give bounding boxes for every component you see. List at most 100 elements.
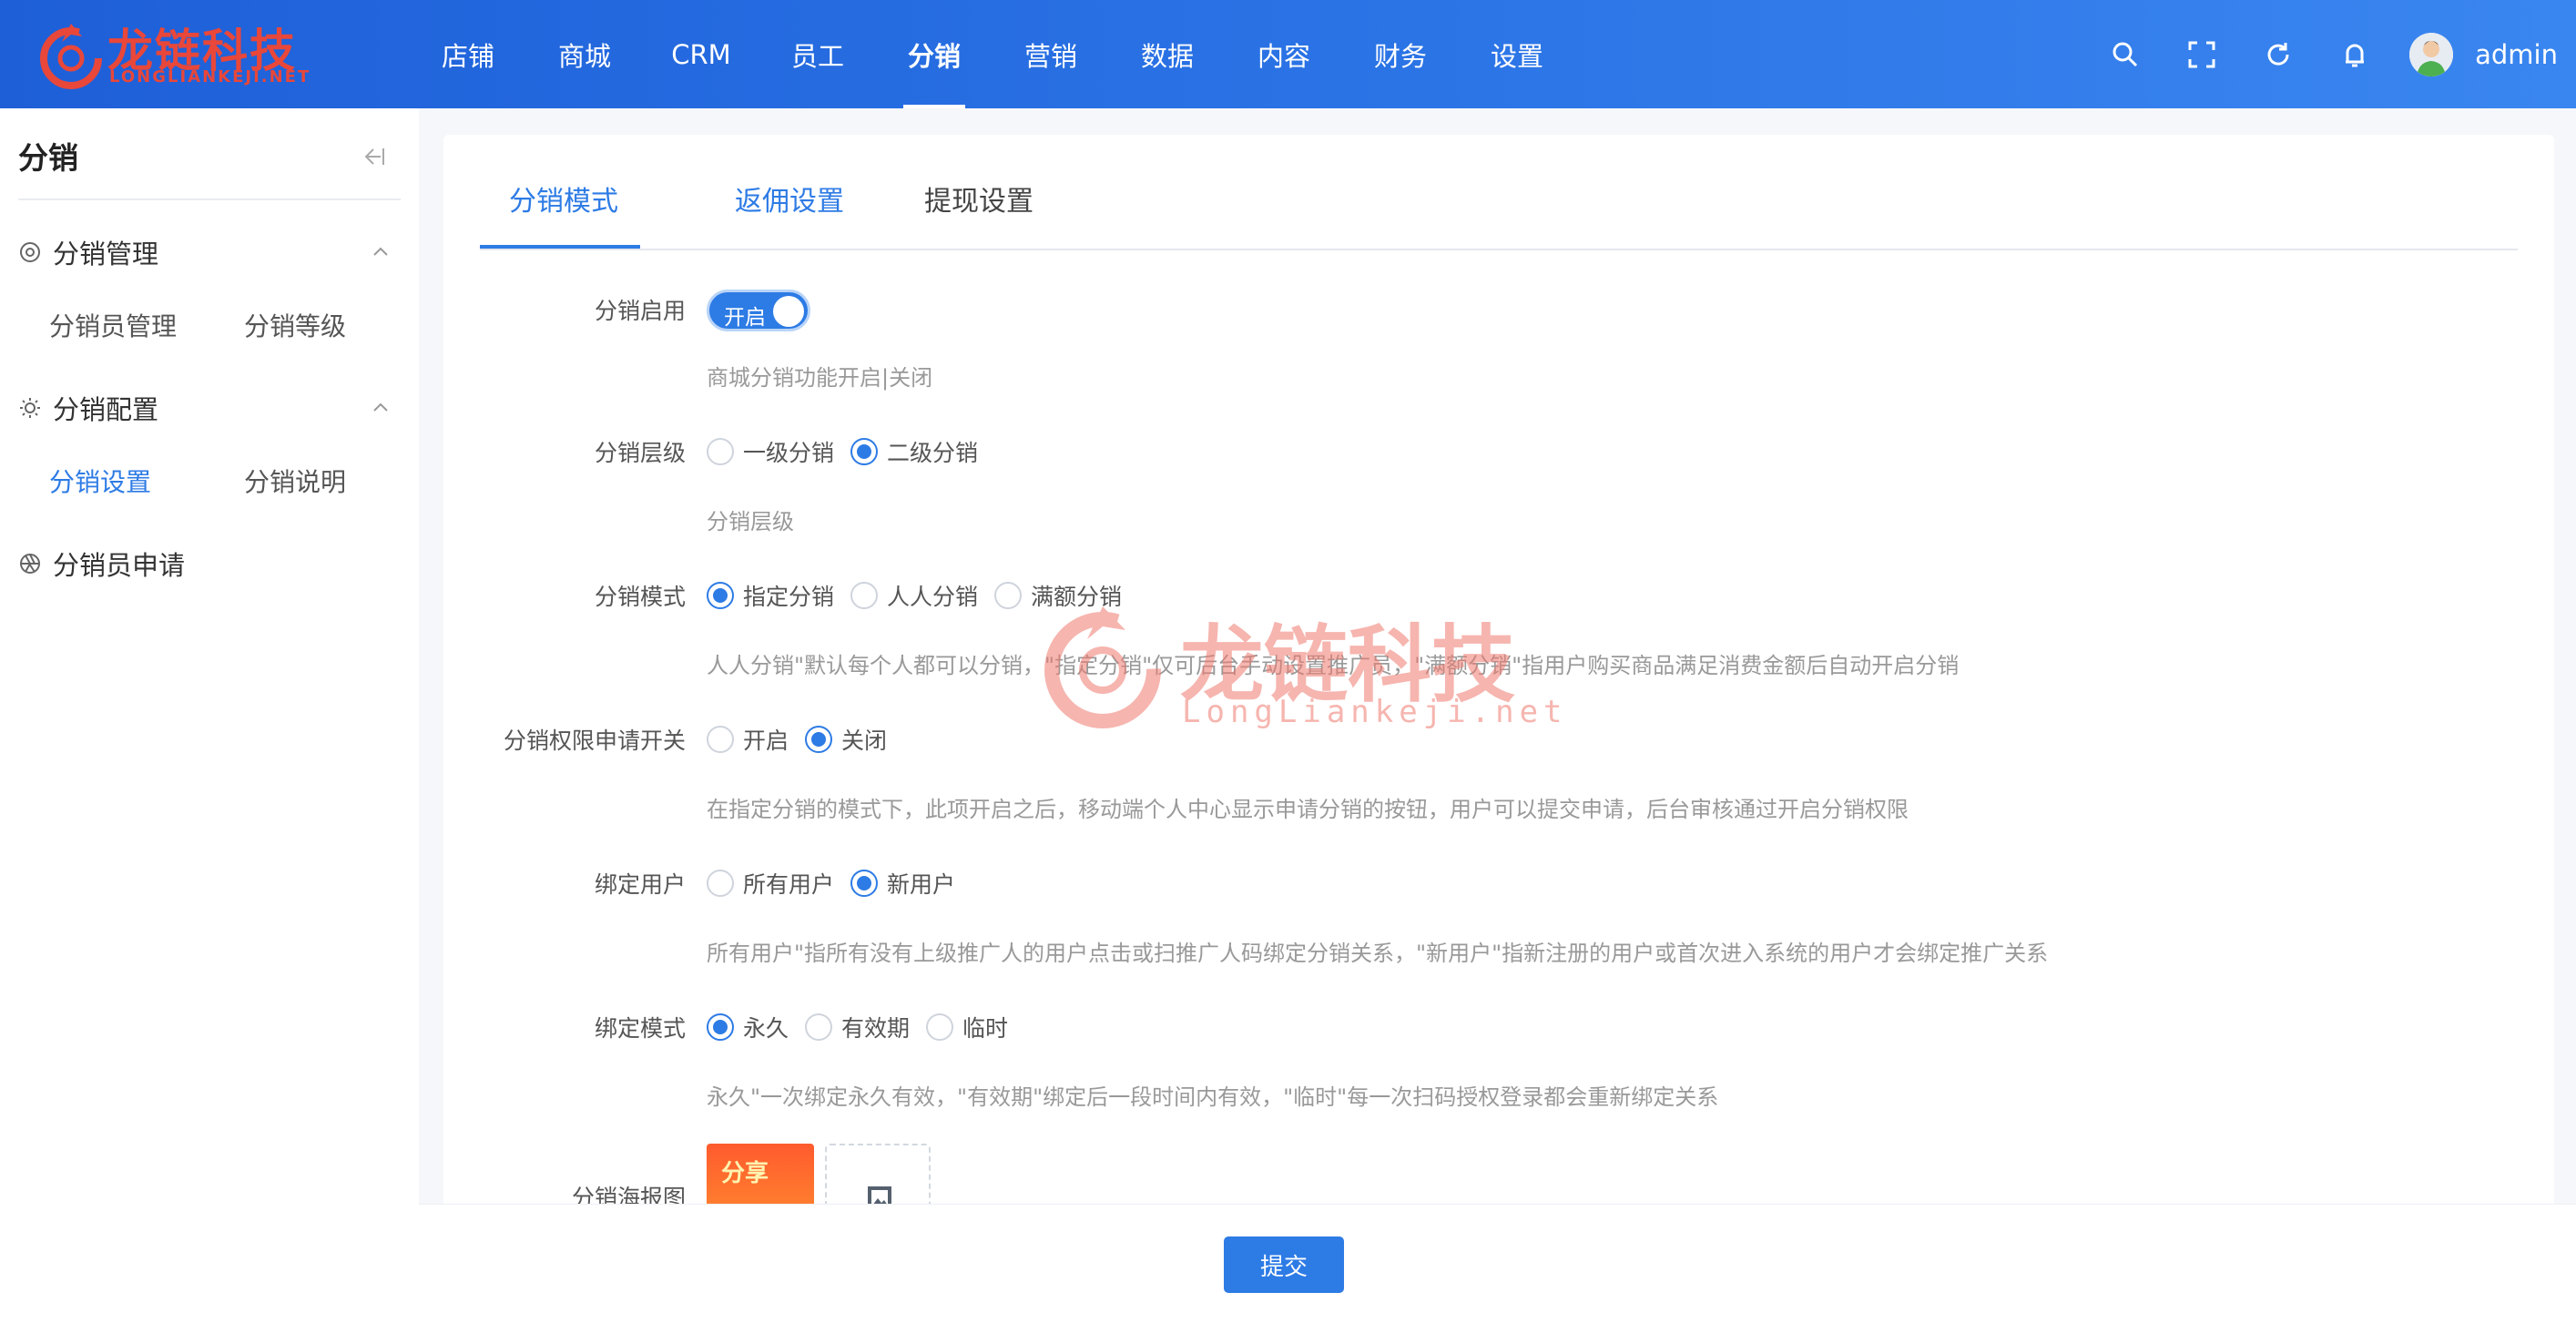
radio-dot xyxy=(707,726,734,753)
nav-item-finance[interactable]: 财务 xyxy=(1342,0,1459,108)
search-button[interactable] xyxy=(2087,0,2164,108)
collapse-sidebar-icon[interactable] xyxy=(357,141,388,172)
enable-label: 分销启用 xyxy=(594,298,686,324)
main-nav: 店铺 商城 CRM 员工 分销 营销 数据 内容 财务 设置 xyxy=(410,0,1575,108)
sidebar-group-label: 分销管理 xyxy=(53,239,159,270)
mode-label: 分销模式 xyxy=(594,584,686,610)
bind-user-hint: 所有用户"指所有没有上级推广人的用户点击或扫推广人码绑定分销关系，"新用户"指新… xyxy=(707,941,2049,966)
radio-apply-on[interactable]: 开启 xyxy=(707,723,789,756)
radio-dot xyxy=(707,582,734,609)
radio-label: 一级分销 xyxy=(743,440,835,466)
bell-icon xyxy=(2346,44,2365,66)
apply-radio-group: 开启 关闭 xyxy=(707,723,903,756)
user-menu[interactable]: admin xyxy=(2393,32,2576,76)
search-icon xyxy=(2113,42,2138,66)
nav-item-mall[interactable]: 商城 xyxy=(526,0,643,108)
radio-mode-designated[interactable]: 指定分销 xyxy=(707,579,834,612)
level-radio-group: 一级分销 二级分销 xyxy=(707,435,994,468)
nav-item-content[interactable]: 内容 xyxy=(1226,0,1342,108)
switch-text: 开启 xyxy=(724,306,766,330)
apply-hint: 在指定分销的模式下，此项开启之后，移动端个人中心显示申请分销的按钮，用户可以提交… xyxy=(707,797,1909,822)
radio-label: 满额分销 xyxy=(1031,584,1123,610)
tab-withdraw-settings[interactable]: 提现设置 xyxy=(924,178,1033,219)
apply-label: 分销权限申请开关 xyxy=(503,728,686,754)
bind-user-label: 绑定用户 xyxy=(594,871,686,898)
radio-bind-temporary[interactable]: 临时 xyxy=(926,1011,1008,1043)
nav-item-settings[interactable]: 设置 xyxy=(1459,0,1575,108)
refresh-icon xyxy=(2267,42,2289,66)
sidebar-group-distribution-config[interactable]: 分销配置 xyxy=(18,381,401,435)
refresh-button[interactable] xyxy=(2240,0,2316,108)
radio-label: 新用户 xyxy=(887,871,956,898)
sidebar-group-distribution-manage[interactable]: 分销管理 xyxy=(18,225,401,280)
tab-distribution-mode[interactable]: 分销模式 xyxy=(509,178,618,219)
bind-mode-hint: 永久"一次绑定永久有效，"有效期"绑定后一段时间内有效，"临时"每一次扫码授权登… xyxy=(707,1084,1719,1110)
switch-knob xyxy=(773,296,804,327)
radio-level-one[interactable]: 一级分销 xyxy=(707,435,834,468)
sidebar-item-distributor-manage[interactable]: 分销员管理 xyxy=(49,307,177,343)
bind-user-radio-group: 所有用户 新用户 xyxy=(707,867,972,900)
radio-dot xyxy=(850,870,879,897)
radio-label: 所有用户 xyxy=(743,871,835,898)
aperture-icon xyxy=(20,554,40,574)
tab-commission-settings[interactable]: 返佣设置 xyxy=(735,178,844,219)
radio-dot xyxy=(805,726,833,753)
radio-dot xyxy=(994,582,1023,609)
radio-level-two[interactable]: 二级分销 xyxy=(850,435,978,468)
sidebar-title: 分销 xyxy=(18,140,78,176)
sidebar-group-label: 分销配置 xyxy=(53,394,159,425)
submit-button[interactable]: 提交 xyxy=(1224,1236,1344,1293)
poster-text: 分享 xyxy=(721,1160,769,1187)
top-bar: 龙链科技 LONGLIANKEJI.NET 店铺 商城 CRM 员工 分销 营销… xyxy=(0,0,2576,108)
radio-dot xyxy=(850,438,879,465)
radio-bind-new-users[interactable]: 新用户 xyxy=(850,867,955,900)
sidebar-divider xyxy=(18,198,401,200)
tab-active-indicator xyxy=(480,245,640,249)
radio-label: 开启 xyxy=(743,728,789,754)
bulb-icon xyxy=(20,398,40,418)
avatar xyxy=(2409,32,2454,76)
sidebar-group-label: 分销员申请 xyxy=(53,550,186,581)
brand-logo[interactable]: 龙链科技 LONGLIANKEJI.NET xyxy=(35,15,311,95)
radio-label: 指定分销 xyxy=(743,584,835,610)
nav-item-crm[interactable]: CRM xyxy=(643,0,759,108)
radio-label: 临时 xyxy=(962,1015,1009,1042)
fullscreen-icon xyxy=(2188,41,2215,67)
radio-label: 二级分销 xyxy=(887,440,979,466)
radio-bind-period[interactable]: 有效期 xyxy=(805,1011,910,1043)
nav-item-staff[interactable]: 员工 xyxy=(759,0,876,108)
radio-label: 人人分销 xyxy=(887,584,979,610)
nav-item-marketing[interactable]: 营销 xyxy=(993,0,1109,108)
radio-label: 关闭 xyxy=(841,728,888,754)
radio-dot xyxy=(805,1013,833,1041)
sidebar-item-distribution-explain[interactable]: 分销说明 xyxy=(244,463,346,499)
sidebar-group-distributor-apply[interactable]: 分销员申请 xyxy=(18,536,401,591)
sidebar-item-distribution-level[interactable]: 分销等级 xyxy=(244,307,346,343)
radio-bind-permanent[interactable]: 永久 xyxy=(707,1011,789,1043)
level-hint: 分销层级 xyxy=(707,509,794,534)
nav-item-distribution[interactable]: 分销 xyxy=(876,0,993,108)
radio-dot xyxy=(926,1013,954,1041)
chevron-up-icon xyxy=(373,247,388,256)
dragon-logo-icon xyxy=(40,24,102,89)
radio-dot xyxy=(707,1013,734,1041)
mode-hint: 人人分销"默认每个人都可以分销，"指定分销"仅可后台手动设置推广员，"满额分销"… xyxy=(707,653,1960,678)
settings-tabs: 分销模式 返佣设置 提现设置 xyxy=(480,135,2518,250)
radio-mode-threshold[interactable]: 满额分销 xyxy=(994,579,1122,612)
bind-mode-label: 绑定模式 xyxy=(594,1015,686,1042)
radio-dot xyxy=(707,438,734,465)
brand-domain: LONGLIANKEJI.NET xyxy=(109,67,311,87)
distribution-enable-switch[interactable]: 开启 xyxy=(707,290,810,331)
notification-button[interactable] xyxy=(2316,0,2393,108)
radio-apply-off[interactable]: 关闭 xyxy=(805,723,887,756)
nav-item-shop[interactable]: 店铺 xyxy=(410,0,526,108)
user-avatar-icon xyxy=(2409,32,2454,76)
sidebar-item-distribution-settings[interactable]: 分销设置 xyxy=(49,463,151,499)
radio-bind-all-users[interactable]: 所有用户 xyxy=(707,867,834,900)
sidebar: 分销 分销管理 分销员管理 分销等级 分销配置 分销设置 分销说明 分销员申请 xyxy=(0,108,419,1323)
level-label: 分销层级 xyxy=(594,440,686,466)
nav-item-data[interactable]: 数据 xyxy=(1109,0,1226,108)
fullscreen-button[interactable] xyxy=(2164,0,2240,108)
bind-mode-radio-group: 永久 有效期 临时 xyxy=(707,1011,1024,1043)
radio-mode-everyone[interactable]: 人人分销 xyxy=(850,579,978,612)
